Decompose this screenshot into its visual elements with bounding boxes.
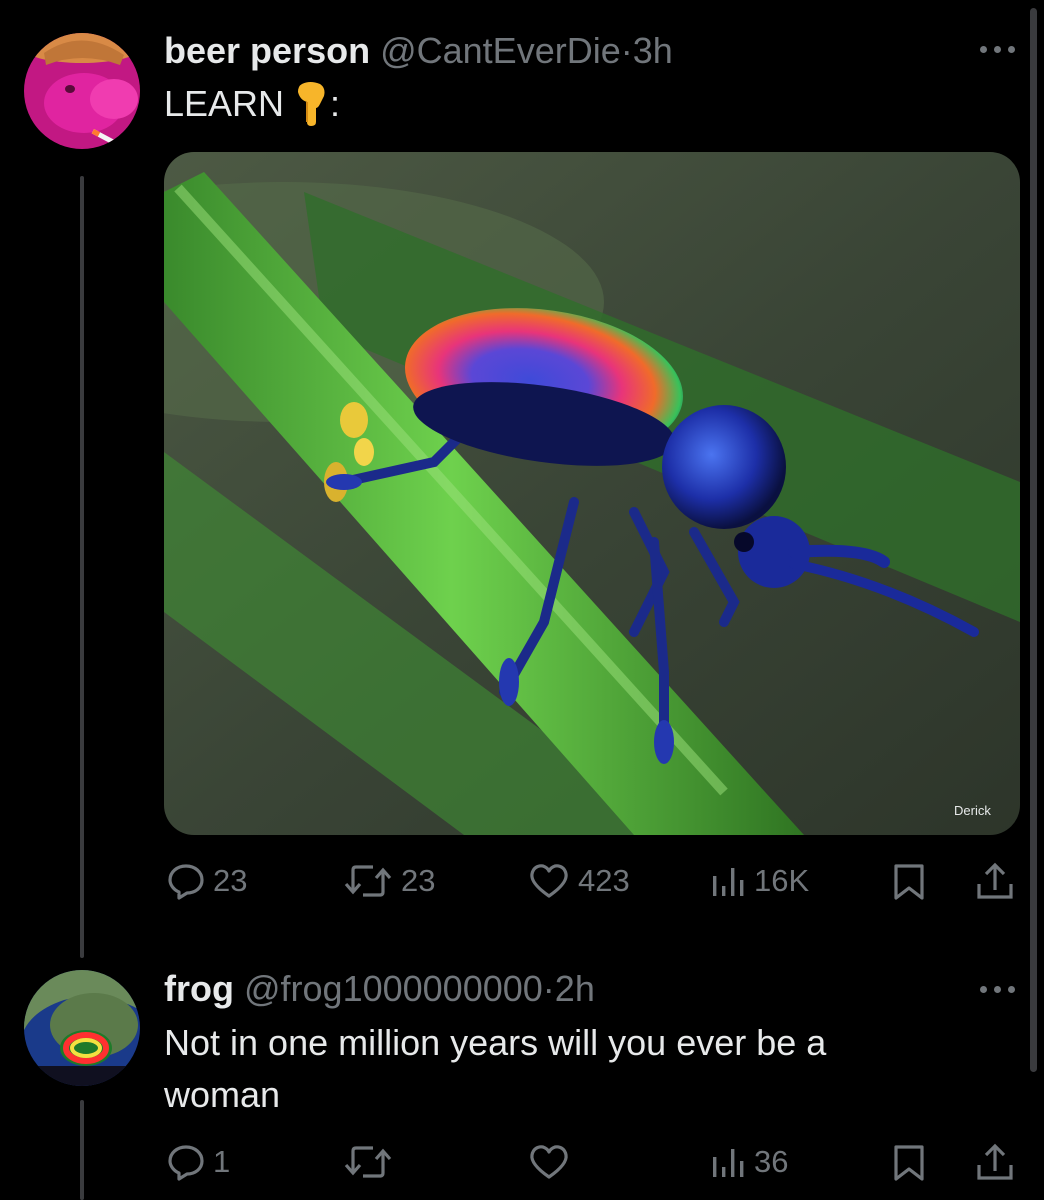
tweet-text: LEARN : [164, 78, 340, 138]
tweet-header: beer person @CantEverDie·3h [164, 30, 673, 72]
scrollbar[interactable] [1030, 8, 1037, 1072]
views-button[interactable]: 36 [710, 1143, 788, 1181]
tweet-text-line: Not in one million years will you ever b… [164, 1022, 827, 1063]
handle[interactable]: @CantEverDie [380, 30, 621, 71]
display-name[interactable]: frog [164, 968, 234, 1009]
separator: · [542, 968, 555, 1009]
avatar[interactable] [24, 970, 140, 1086]
reply-icon [168, 1145, 204, 1181]
tweet-text-suffix: : [330, 83, 341, 124]
reply-count: 23 [213, 863, 248, 898]
view-count: 36 [754, 1144, 789, 1179]
repost-button[interactable]: 23 [343, 862, 435, 900]
views-icon [713, 1149, 744, 1177]
like-button[interactable]: 423 [528, 862, 630, 900]
views-icon [713, 868, 744, 896]
bookmark-icon [894, 1145, 924, 1181]
more-icon[interactable] [978, 983, 1018, 995]
separator: · [620, 30, 633, 71]
tweet-text-line: woman [164, 1074, 281, 1115]
thread-line [80, 176, 84, 958]
like-button[interactable] [528, 1143, 578, 1181]
tweet-text-prefix: LEARN [164, 83, 295, 124]
repost-icon [344, 1146, 392, 1178]
like-icon [530, 864, 568, 898]
repost-button[interactable] [343, 1143, 401, 1181]
tweet-header: frog @frog1000000000·2h [164, 968, 595, 1010]
display-name[interactable]: beer person [164, 30, 370, 71]
pointing-down-emoji-icon [294, 78, 330, 138]
bookmark-button[interactable] [892, 862, 926, 902]
like-icon [530, 1145, 568, 1179]
share-icon [977, 1143, 1013, 1180]
repost-icon [344, 865, 392, 897]
share-button[interactable] [975, 1141, 1015, 1183]
more-icon[interactable] [978, 43, 1018, 55]
reply-icon [168, 864, 204, 900]
bookmark-button[interactable] [892, 1143, 926, 1183]
bookmark-icon [894, 864, 924, 900]
views-button[interactable]: 16K [710, 862, 809, 900]
reply-button[interactable]: 23 [167, 862, 247, 900]
reply-count: 1 [213, 1144, 231, 1179]
thread-line [80, 1100, 84, 1200]
timestamp[interactable]: 2h [555, 968, 595, 1009]
view-count: 16K [754, 863, 810, 898]
media-credit: Derick [954, 803, 991, 818]
reply-button[interactable]: 1 [167, 1143, 230, 1181]
tweet-text: Not in one million years will you ever b… [164, 1019, 826, 1119]
like-count: 423 [578, 863, 630, 898]
repost-count: 23 [401, 863, 436, 898]
handle[interactable]: @frog1000000000 [244, 968, 543, 1009]
avatar[interactable] [24, 33, 140, 149]
share-icon [977, 862, 1013, 899]
timestamp[interactable]: 3h [633, 30, 673, 71]
tweet-media-image[interactable]: Derick [164, 152, 1020, 835]
share-button[interactable] [975, 860, 1015, 902]
